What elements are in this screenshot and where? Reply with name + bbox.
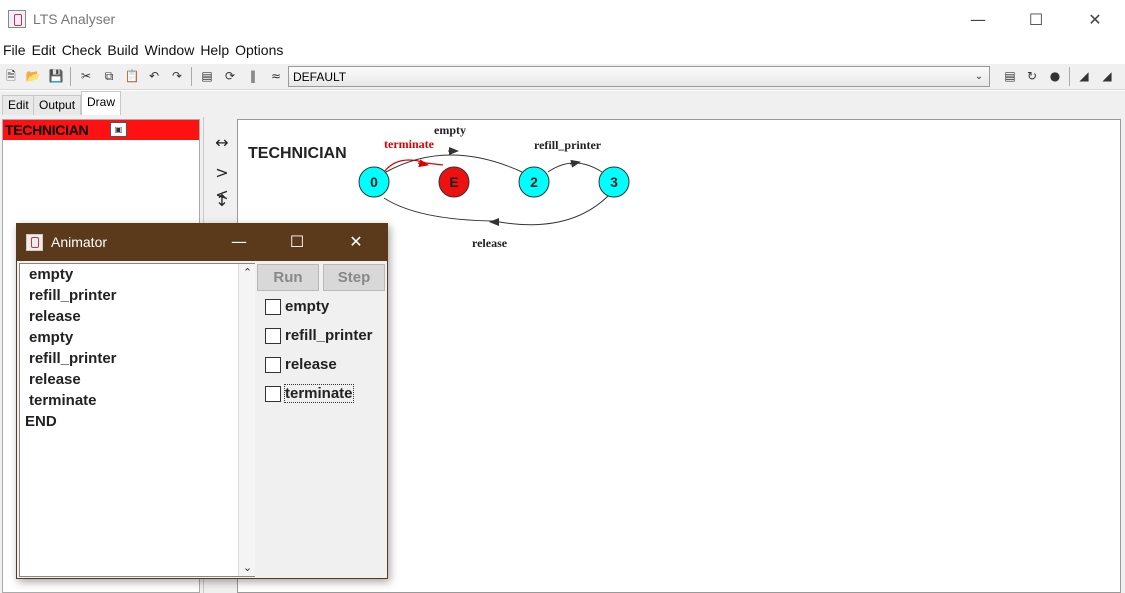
window-title: LTS Analyser (33, 11, 116, 27)
target-select-value: DEFAULT (293, 70, 347, 84)
menu-options[interactable]: Options (232, 40, 286, 58)
checkbox[interactable] (265, 328, 281, 344)
state-0-label: 0 (370, 174, 378, 190)
chevron-down-icon[interactable]: ⌄ (972, 68, 986, 85)
stretch-vertical-icon[interactable]: ↕ (210, 190, 234, 212)
safety-check-icon[interactable]: ▤ (1002, 68, 1018, 84)
process-drawn-icon: ▣ (110, 122, 127, 137)
edge-label-refill-printer: refill_printer (534, 138, 602, 152)
animator-minimize-button[interactable]: — (222, 228, 256, 256)
stop-icon[interactable]: ● (1047, 68, 1063, 84)
parallel-icon[interactable]: ‖ (245, 68, 261, 84)
shrink-horizontal-icon[interactable]: >< (210, 162, 234, 204)
cut-icon[interactable]: ✂ (78, 68, 94, 84)
trace-item: empty (29, 266, 74, 283)
chevron-up-icon[interactable]: ⌃ (239, 264, 256, 281)
menu-bar: File Edit Check Build Window Help Options (0, 40, 1125, 62)
state-3-label: 3 (610, 174, 618, 190)
undo-icon[interactable]: ↶ (146, 68, 162, 84)
new-file-icon[interactable]: 🗎 (3, 68, 19, 84)
window-icon[interactable]: ▤ (199, 68, 215, 84)
minimize-button[interactable]: — (958, 6, 998, 34)
action-label: terminate (284, 384, 354, 403)
trace-item: refill_printer (29, 350, 117, 367)
progress-check-icon[interactable]: ↻ (1024, 68, 1040, 84)
process-list-item[interactable]: TECHNICIAN ▣ (3, 120, 199, 140)
close-button[interactable]: ✕ (1075, 6, 1115, 34)
stretch-horizontal-icon[interactable]: ↔ (210, 132, 234, 154)
trace-item: empty (29, 329, 74, 346)
animator-window: Animator — ☐ ✕ empty refill_printer rele… (16, 223, 388, 579)
paste-icon[interactable]: 📋 (124, 68, 140, 84)
tab-draw[interactable]: Draw (81, 91, 122, 115)
chevron-down-icon[interactable]: ⌄ (239, 559, 256, 576)
java-app-icon (8, 10, 26, 28)
toolbar-separator (1069, 67, 1070, 86)
trace-item: refill_printer (29, 287, 117, 304)
toolbar-separator (191, 67, 192, 86)
edge-label-release: release (472, 236, 508, 250)
edge-label-terminate: terminate (384, 137, 435, 151)
checkbox[interactable] (265, 357, 281, 373)
animator-title: Animator (51, 234, 108, 250)
state-2-label: 2 (530, 174, 538, 190)
menu-build[interactable]: Build (104, 40, 141, 58)
run-animator-icon[interactable]: ◢ (1076, 68, 1092, 84)
animator-titlebar: Animator — ☐ ✕ (17, 224, 387, 261)
save-icon[interactable]: 💾 (48, 68, 64, 84)
animator-close-button[interactable]: ✕ (339, 228, 373, 256)
trace-item-end: END (25, 413, 57, 430)
checkbox[interactable] (265, 386, 281, 402)
diagram-process-name: TECHNICIAN (248, 145, 347, 162)
copy-icon[interactable]: ⧉ (101, 68, 117, 84)
menu-window[interactable]: Window (142, 40, 198, 58)
edge-refill-printer (547, 162, 603, 173)
menu-edit[interactable]: Edit (29, 40, 59, 58)
state-error-label: E (449, 174, 458, 190)
trace-scrollbar[interactable]: ⌃ ⌄ (238, 264, 255, 576)
menu-help[interactable]: Help (197, 40, 232, 58)
action-panel: Run Step empty refill_printer release te… (257, 263, 387, 577)
trace-list[interactable]: empty refill_printer release empty refil… (19, 263, 255, 577)
action-label: refill_printer (285, 327, 373, 344)
edge-terminate (383, 159, 444, 173)
process-list-item-label: TECHNICIAN (5, 122, 89, 138)
target-select[interactable]: DEFAULT ⌄ (288, 66, 990, 87)
checkbox[interactable] (265, 299, 281, 315)
step-button[interactable]: Step (323, 264, 385, 291)
redo-icon[interactable]: ↷ (169, 68, 185, 84)
edge-release (383, 195, 609, 226)
edge-label-empty: empty (434, 123, 466, 137)
open-file-icon[interactable]: 📂 (25, 68, 41, 84)
trace-item: terminate (29, 392, 97, 409)
run-button[interactable]: Run (257, 264, 319, 291)
window-titlebar: LTS Analyser — ☐ ✕ (0, 0, 1125, 40)
maximize-button[interactable]: ☐ (1016, 6, 1056, 34)
minimise-icon[interactable]: ≈ (268, 68, 284, 84)
action-label: empty (285, 298, 330, 315)
toolbar-separator (70, 67, 71, 86)
menu-check[interactable]: Check (59, 40, 105, 58)
trace-item: release (29, 371, 81, 388)
trace-item: release (29, 308, 81, 325)
java-app-icon (26, 234, 43, 251)
tab-edit[interactable]: Edit (2, 95, 35, 115)
menu-file[interactable]: File (0, 40, 29, 58)
tab-bar: Edit Output Draw (0, 91, 1125, 115)
draw-icon[interactable]: ◢ (1099, 68, 1115, 84)
compile-icon[interactable]: ⟳ (222, 68, 238, 84)
tab-output[interactable]: Output (33, 95, 82, 115)
action-label: release (285, 356, 337, 373)
animator-maximize-button[interactable]: ☐ (280, 228, 314, 256)
